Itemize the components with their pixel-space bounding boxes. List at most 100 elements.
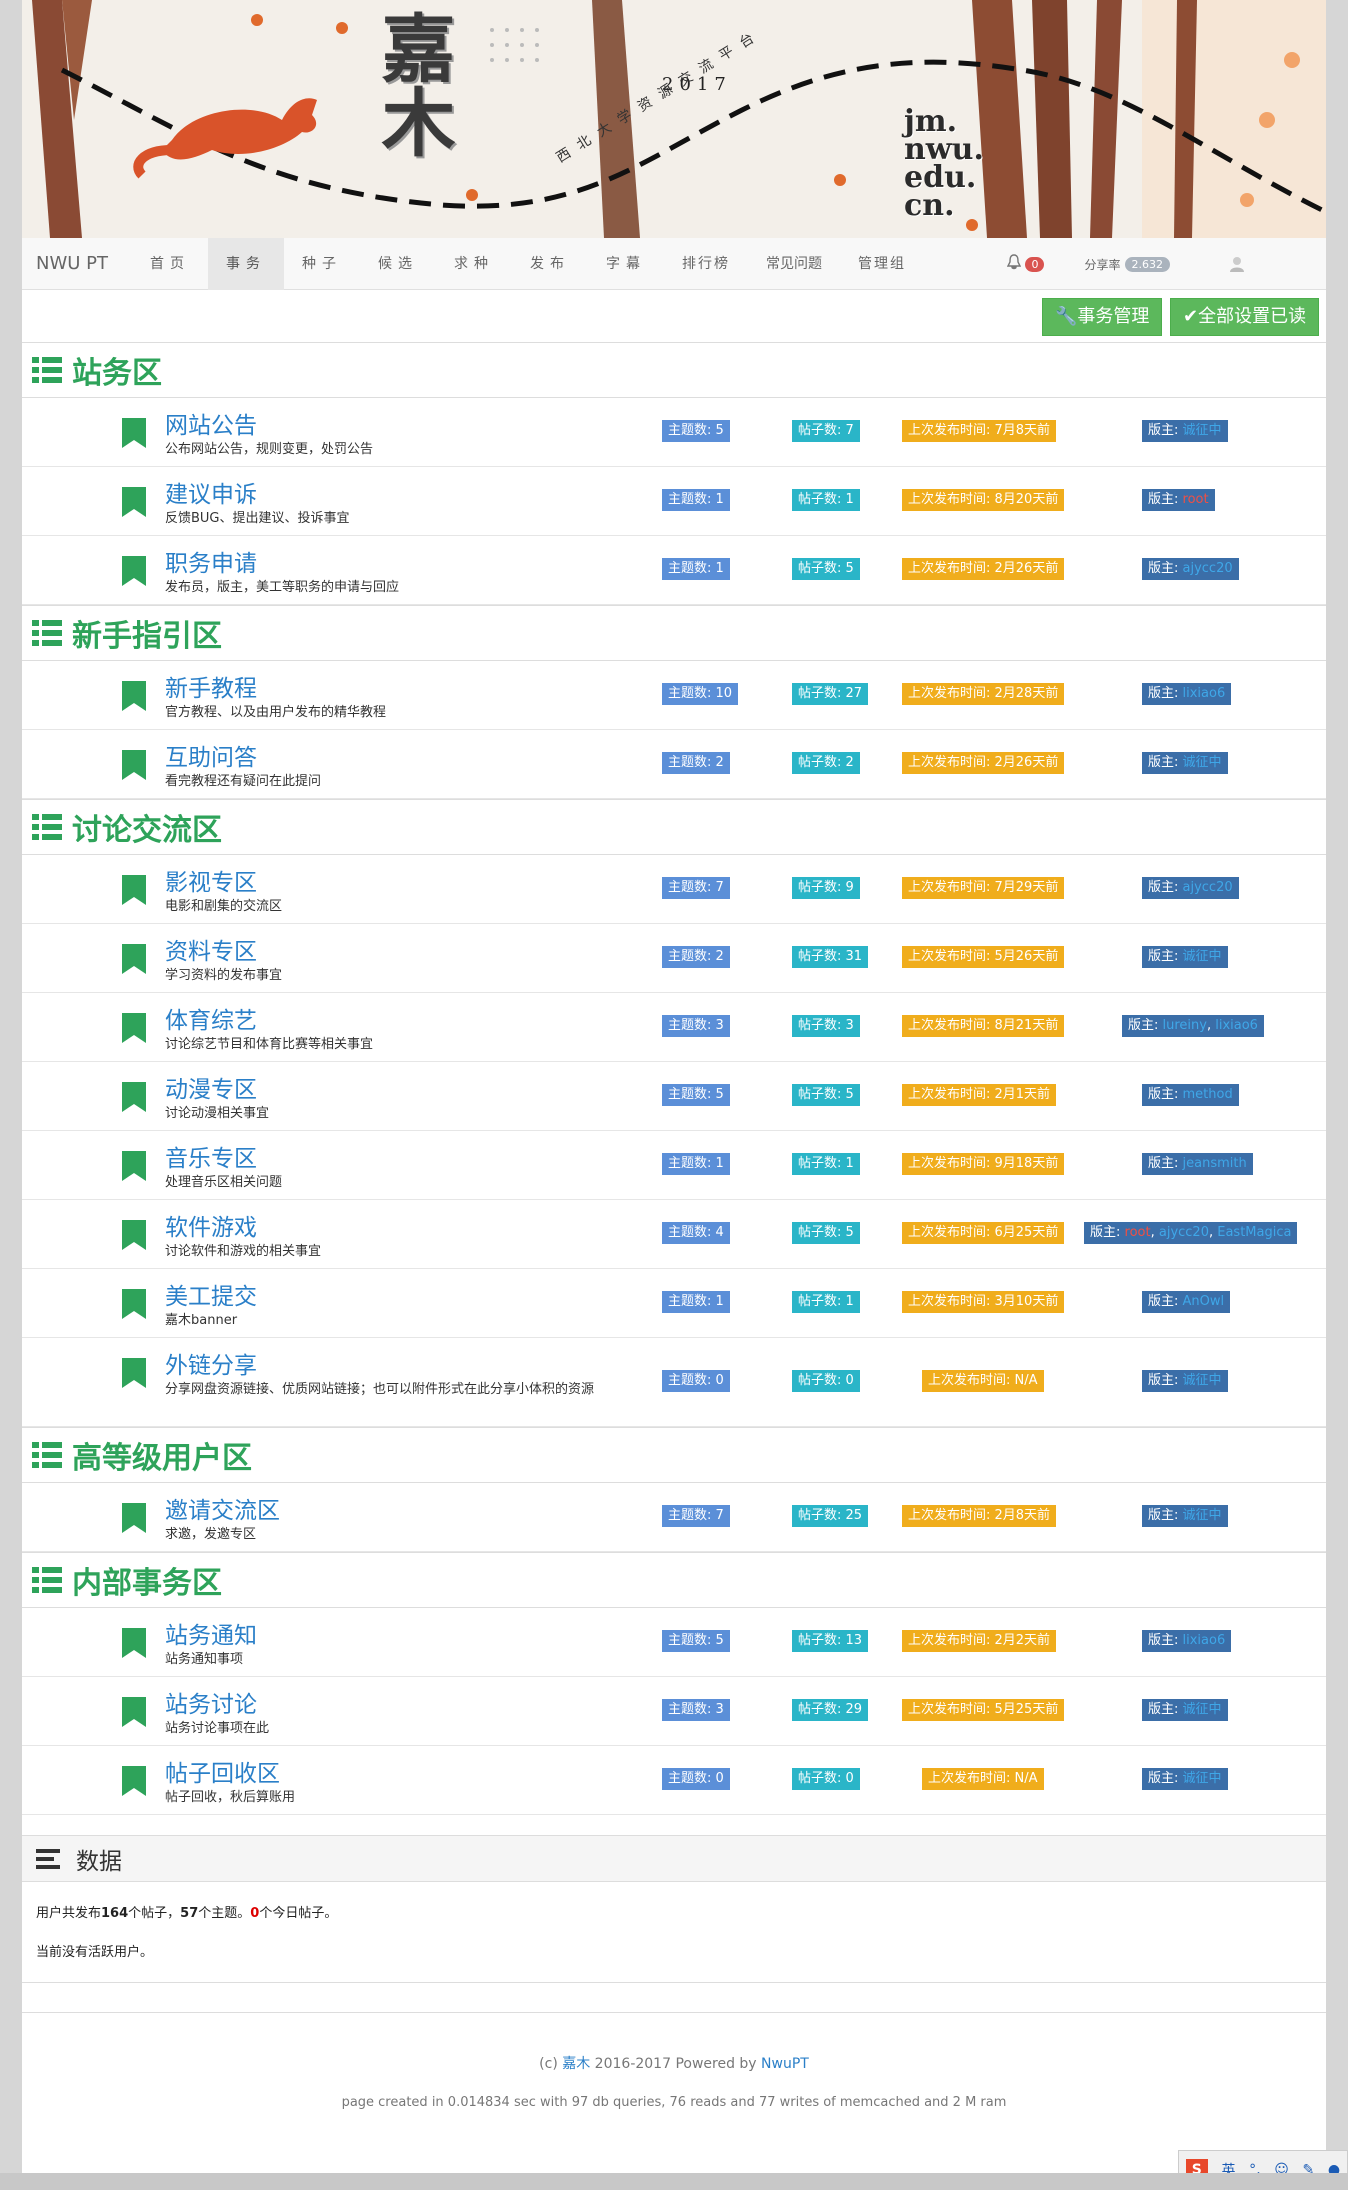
post-count-badge: 帖子数: 5 [792,1084,860,1106]
forum-name-link[interactable]: 帖子回收区 [165,1754,280,1788]
moderators-badge: 版主: root, ajycc20, EastMagica [1084,1222,1298,1244]
bookmark-icon [122,1151,146,1181]
bookmark-icon [122,1503,146,1533]
topic-count-badge: 主题数: 1 [662,558,730,580]
moderator-link[interactable]: method [1183,1087,1233,1102]
moderator-prefix: 版主: [1128,1018,1163,1033]
forum-manage-button[interactable]: 🔧事务管理 [1042,298,1163,336]
nav-item-torrents[interactable]: 种子 [284,238,360,290]
footer-engine-link[interactable]: NwuPT [761,2056,809,2072]
forum-name-link[interactable]: 邀请交流区 [165,1491,280,1525]
bookmark-icon [122,875,146,905]
forum-name-link[interactable]: 影视专区 [165,863,257,897]
list-icon [32,357,62,383]
footer-site-link[interactable]: 嘉木 [562,2056,590,2072]
moderator-link[interactable]: lixiao6 [1183,1633,1226,1648]
forum-name-link[interactable]: 动漫专区 [165,1070,257,1104]
user-avatar-icon[interactable] [1228,255,1246,273]
stats-summary: 用户共发布164个帖子，57个主题。0个今日帖子。 [22,1882,1326,1921]
moderator-link[interactable]: 诚征中 [1183,1508,1222,1523]
section-header: 高等级用户区 [22,1427,1326,1483]
moderator-prefix: 版主: [1090,1225,1125,1240]
post-count-badge: 帖子数: 5 [792,558,860,580]
forum-name-link[interactable]: 建议申诉 [165,475,257,509]
top-navbar: NWU PT 首页 事务 种子 候选 求种 发布 字幕 排行榜 常见问题 管理组… [22,237,1326,290]
forum-name-link[interactable]: 音乐专区 [165,1139,257,1173]
stats-text: 个帖子， [128,1906,181,1921]
forum-name-link[interactable]: 美工提交 [165,1277,257,1311]
nav-item-subtitles[interactable]: 字幕 [588,238,664,290]
bell-icon[interactable] [1007,254,1022,274]
nav-item-staff[interactable]: 管理组 [840,238,924,290]
site-banner[interactable]: 嘉木 2017 西北大学资源交流平台 jm. nwu. edu. cn. [22,0,1326,238]
forum-row: 资料专区 学习资料的发布事宜 主题数: 2 帖子数: 31 上次发布时间: 5月26天前… [22,924,1326,993]
moderator-prefix: 版主: [1148,423,1183,438]
nav-item-requests[interactable]: 求种 [436,238,512,290]
forum-name-link[interactable]: 外链分享 [165,1346,257,1380]
forum-name-link[interactable]: 资料专区 [165,932,257,966]
topic-count-badge: 主题数: 0 [662,1370,730,1392]
moderator-link[interactable]: lureiny [1163,1018,1207,1033]
topic-count-badge: 主题数: 5 [662,1084,730,1106]
horizontal-scrollbar[interactable] [0,2173,1348,2190]
forum-row: 互助问答 看完教程还有疑问在此提问 主题数: 2 帖子数: 2 上次发布时间: 2月26… [22,730,1326,799]
forum-description: 帖子回收，秋后算账用 [165,1790,296,1805]
moderator-link[interactable]: lixiao6 [1183,686,1226,701]
nav-brand[interactable]: NWU PT [22,253,132,274]
topic-count-badge: 主题数: 7 [662,1505,730,1527]
forum-row: 职务申请 发布员，版主，美工等职务的申请与回应 主题数: 1 帖子数: 5 上次发布时间… [22,536,1326,605]
stats-text: 个主题。 [198,1906,251,1921]
forum-name-link[interactable]: 互助问答 [165,738,257,772]
forum-name-link[interactable]: 职务申请 [165,544,257,578]
last-post-time-badge: 上次发布时间: 2月1天前 [902,1084,1057,1106]
section-title: 站务区 [72,356,162,391]
forum-description: 站务通知事项 [165,1652,244,1667]
nav-item-faq[interactable]: 常见问题 [748,238,840,290]
stats-topics-total: 57 [180,1906,199,1921]
forum-name-link[interactable]: 网站公告 [165,406,257,440]
moderator-link[interactable]: 诚征中 [1183,949,1222,964]
moderator-link[interactable]: 诚征中 [1183,423,1222,438]
moderator-link[interactable]: ajycc20 [1183,880,1233,895]
topic-count-badge: 主题数: 3 [662,1015,730,1037]
moderator-link[interactable]: ajycc20 [1183,561,1233,576]
bookmark-icon [122,1220,146,1250]
moderator-link[interactable]: EastMagica [1217,1225,1291,1240]
moderator-link[interactable]: root [1125,1225,1151,1240]
nav-item-upload[interactable]: 发布 [512,238,588,290]
moderator-link[interactable]: lixiao6 [1215,1018,1258,1033]
forum-name-link[interactable]: 新手教程 [165,669,257,703]
moderators-badge: 版主: root [1142,489,1215,511]
forum-row: 体育综艺 讨论综艺节目和体育比赛等相关事宜 主题数: 3 帖子数: 3 上次发布时间: … [22,993,1326,1062]
bookmark-icon [122,1628,146,1658]
forum-name-link[interactable]: 体育综艺 [165,1001,257,1035]
moderator-prefix: 版主: [1148,1702,1183,1717]
forum-name-link[interactable]: 软件游戏 [165,1208,257,1242]
banner-domain-line: cn. [904,188,955,223]
moderator-link[interactable]: 诚征中 [1183,1702,1222,1717]
moderator-link[interactable]: jeansmith [1183,1156,1247,1171]
moderator-link[interactable]: 诚征中 [1183,1771,1222,1786]
moderator-link[interactable]: ajycc20 [1159,1225,1209,1240]
topic-count-badge: 主题数: 1 [662,489,730,511]
forum-name-link[interactable]: 站务讨论 [165,1685,257,1719]
nav-item-forums[interactable]: 事务 [208,237,285,290]
moderator-link[interactable]: 诚征中 [1183,755,1222,770]
forum-name-link[interactable]: 站务通知 [165,1616,257,1650]
nav-item-candidates[interactable]: 候选 [360,238,436,290]
moderator-link[interactable]: root [1183,492,1209,507]
moderator-link[interactable]: 诚征中 [1183,1373,1222,1388]
mark-all-read-button[interactable]: ✔全部设置已读 [1170,298,1320,336]
stats-panel: 数据 用户共发布164个帖子，57个主题。0个今日帖子。 当前没有活跃用户。 [22,1835,1326,1983]
nav-item-home[interactable]: 首页 [132,238,208,290]
moderators-badge: 版主: 诚征中 [1142,752,1228,774]
topic-count-badge: 主题数: 3 [662,1699,730,1721]
forum-description: 求邀，发邀专区 [165,1527,257,1542]
nav-item-ranking[interactable]: 排行榜 [664,238,748,290]
moderator-link[interactable]: AnOwl [1183,1294,1225,1309]
bookmark-icon [122,944,146,974]
notification-count-badge[interactable]: 0 [1025,256,1045,272]
mark-all-read-label: 全部设置已读 [1198,306,1307,327]
moderators-badge: 版主: method [1142,1084,1239,1106]
post-count-badge: 帖子数: 27 [792,683,869,705]
